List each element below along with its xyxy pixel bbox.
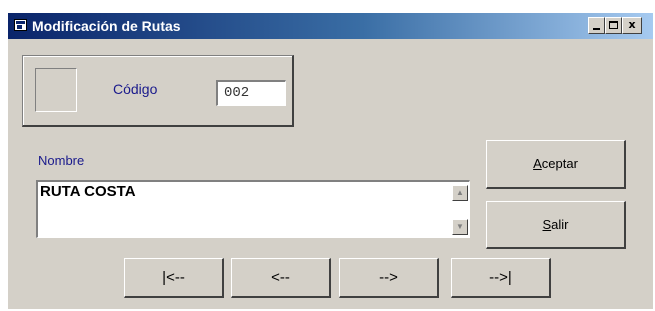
minimize-icon	[593, 28, 600, 30]
title-bar[interactable]: Modificación de Rutas x	[8, 13, 653, 39]
close-icon: x	[628, 18, 636, 31]
last-record-button[interactable]: -->|	[451, 258, 551, 298]
nombre-label: Nombre	[38, 153, 85, 168]
minimize-button[interactable]	[588, 17, 605, 34]
next-record-button[interactable]: -->	[339, 258, 439, 298]
salir-label: alir	[551, 217, 569, 232]
code-group-box: Código 002	[22, 55, 294, 127]
app-window-icon[interactable]	[14, 19, 27, 31]
close-button[interactable]: x	[622, 17, 642, 34]
picture-box	[35, 68, 77, 112]
nombre-value: RUTA COSTA	[40, 183, 136, 200]
scroll-down-button[interactable]: ▼	[452, 219, 468, 235]
scroll-up-arrow-icon: ▲	[456, 188, 464, 197]
window-title: Modificación de Rutas	[32, 18, 181, 34]
aceptar-accelerator: A	[533, 156, 542, 171]
salir-accelerator: S	[542, 217, 552, 232]
route-edit-window: Modificación de Rutas x Código 002 Nombr…	[8, 13, 653, 309]
aceptar-label: ceptar	[541, 156, 578, 171]
scroll-down-arrow-icon: ▼	[456, 222, 464, 231]
codigo-field[interactable]: 002	[216, 80, 286, 106]
scroll-up-button[interactable]: ▲	[452, 185, 468, 201]
salir-button[interactable]: Salir	[486, 201, 626, 249]
maximize-icon	[609, 21, 618, 29]
first-record-button[interactable]: |<--	[124, 258, 224, 298]
aceptar-button[interactable]: Aceptar	[486, 140, 626, 189]
codigo-label: Código	[113, 81, 158, 97]
nombre-textarea[interactable]: RUTA COSTA ▲ ▼	[36, 180, 470, 238]
previous-record-button[interactable]: <--	[231, 258, 331, 298]
maximize-button[interactable]	[605, 17, 622, 34]
